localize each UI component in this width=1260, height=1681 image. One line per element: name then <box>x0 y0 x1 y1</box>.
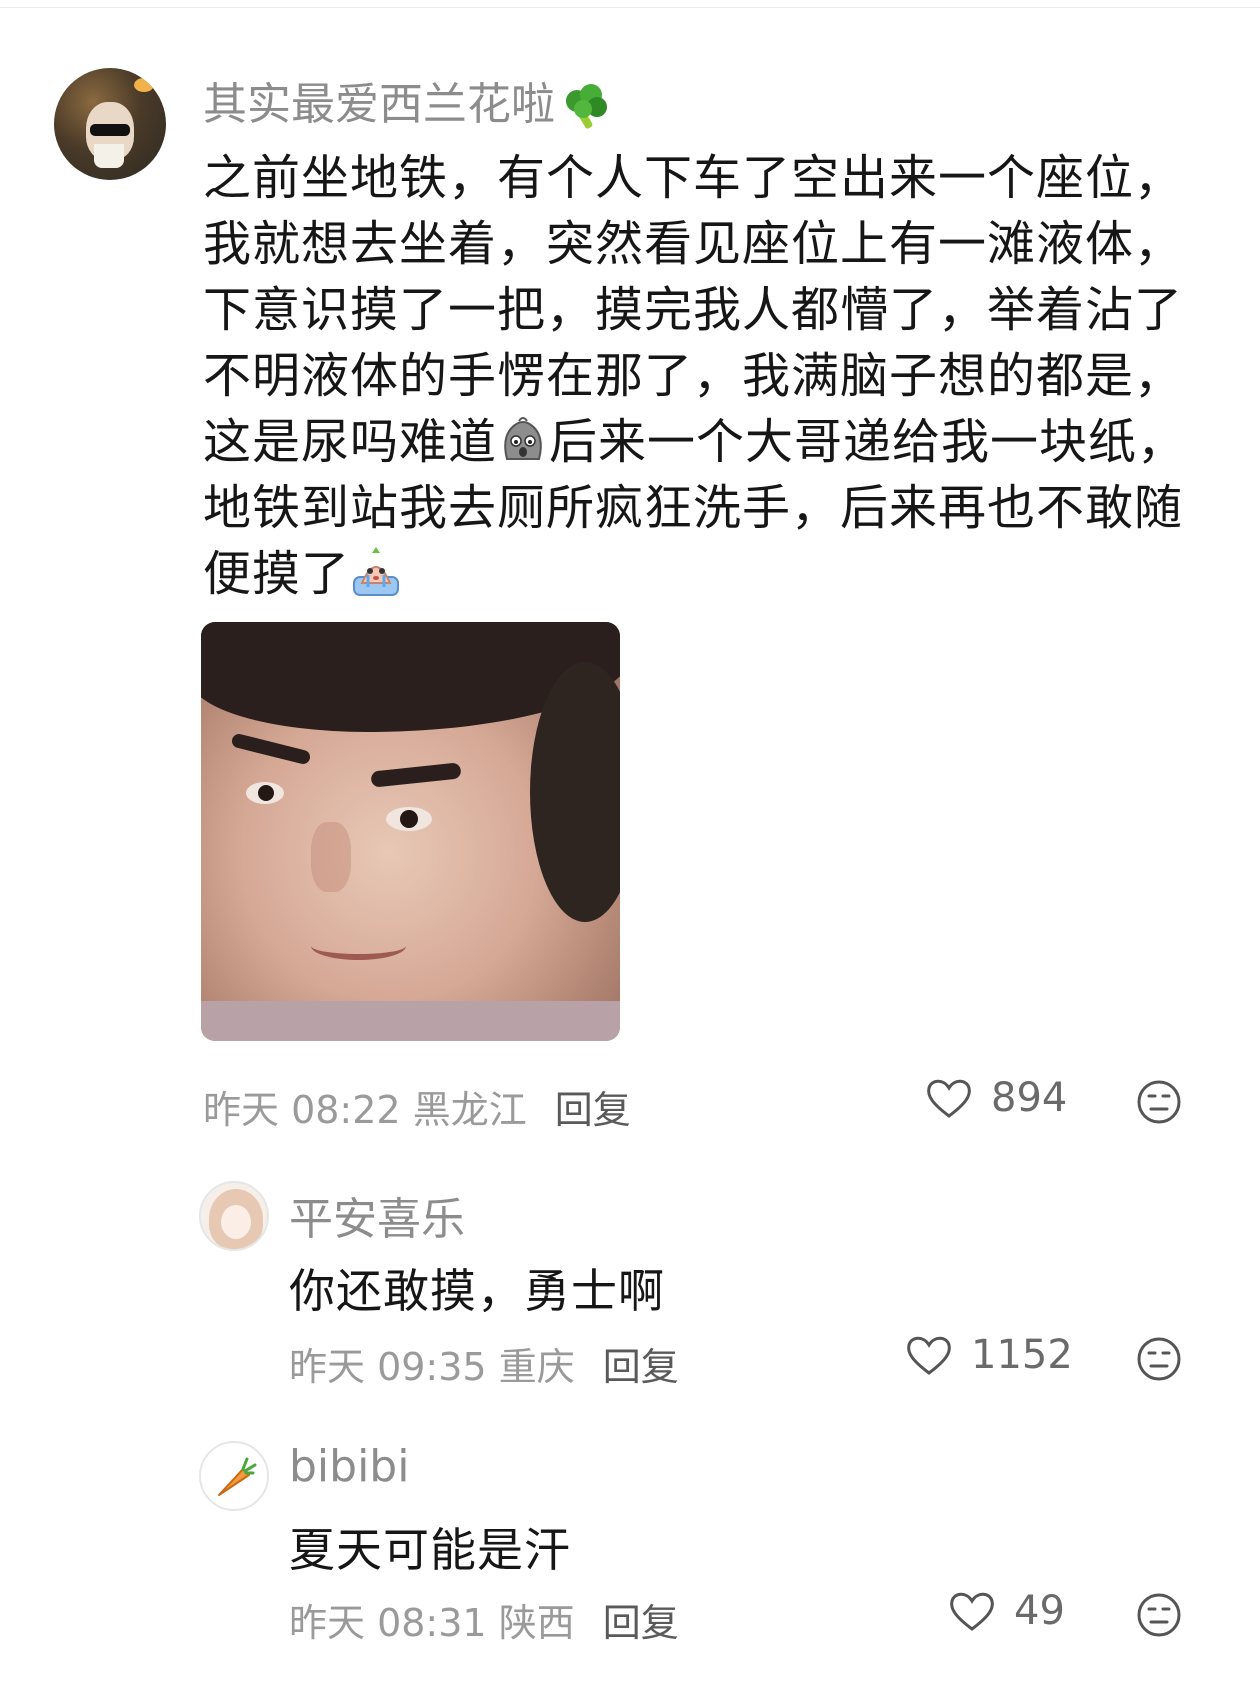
dislike-button[interactable] <box>1136 1336 1182 1382</box>
heart-outline-icon <box>907 1336 951 1375</box>
reply-avatar[interactable] <box>199 1181 269 1251</box>
carrot-icon <box>218 1457 257 1496</box>
comment-time: 昨天 09:35 <box>289 1345 487 1389</box>
meh-face-icon <box>1137 1593 1181 1637</box>
main-comment-body: 之前坐地铁，有个人下车了空出来一个座位， 我就想去坐着，突然看见座位上有一滩液体… <box>203 145 1193 607</box>
comment-line: 下意识摸了一把，摸完我人都懵了，举着沾了 <box>203 282 1184 338</box>
shocked-face-emoji-icon <box>497 415 549 467</box>
comment-line: 不明液体的手愣在那了，我满脑子想的都是， <box>203 348 1184 404</box>
reply-text: 你还敢摸，勇士啊 <box>289 1264 665 1318</box>
reply-text: 夏天可能是汗 <box>289 1523 571 1577</box>
comment-segment: 便摸了 <box>203 546 351 602</box>
comment-segment: 这是尿吗难道 <box>203 414 498 470</box>
like-count: 894 <box>991 1075 1068 1121</box>
comment-time: 昨天 08:31 <box>289 1601 487 1645</box>
dislike-button[interactable] <box>1136 1592 1182 1638</box>
comment-location: 黑龙江 <box>412 1088 527 1132</box>
comment-line: 我就想去坐着，突然看见座位上有一滩液体， <box>203 216 1184 272</box>
reply-button[interactable]: 回复 <box>603 1345 679 1389</box>
reply-meta: 昨天 09:35 重庆 回复 <box>289 1336 679 1391</box>
main-commenter-username[interactable]: 其实最爱西兰花啦 <box>203 68 611 132</box>
like-count: 1152 <box>971 1332 1073 1378</box>
top-divider <box>0 7 1260 8</box>
reply-avatar[interactable] <box>199 1441 269 1511</box>
meh-face-icon <box>1137 1337 1181 1381</box>
comment-attached-image[interactable] <box>201 622 620 1041</box>
reply-meta: 昨天 08:31 陕西 回复 <box>289 1592 679 1647</box>
main-comment-meta: 昨天 08:22 黑龙江 回复 <box>203 1079 631 1134</box>
broccoli-emoji-icon <box>559 83 611 131</box>
comment-line: 地铁到站我去厕所疯狂洗手，后来再也不敢随 <box>203 480 1184 536</box>
comment-line-with-emoji: 便摸了 <box>203 541 1193 607</box>
like-button[interactable]: 1152 <box>905 1332 1073 1378</box>
like-button[interactable]: 49 <box>948 1588 1065 1634</box>
comment-location: 重庆 <box>498 1345 575 1389</box>
like-count: 49 <box>1014 1588 1065 1634</box>
reply-button[interactable]: 回复 <box>603 1601 679 1645</box>
reply-username[interactable]: 平安喜乐 <box>289 1183 465 1247</box>
reply-button[interactable]: 回复 <box>555 1088 631 1132</box>
heart-outline-icon <box>927 1079 971 1118</box>
comment-time: 昨天 08:22 <box>203 1088 401 1132</box>
meh-face-icon <box>1137 1080 1181 1124</box>
main-commenter-avatar[interactable] <box>54 68 166 180</box>
comment-line: 之前坐地铁，有个人下车了空出来一个座位， <box>203 150 1184 206</box>
crying-face-emoji-icon <box>350 547 402 599</box>
comment-line-with-emoji: 这是尿吗难道 后来一个大哥递给我一块纸， <box>203 409 1193 475</box>
reply-username[interactable]: bibibi <box>289 1441 409 1492</box>
comment-segment: 后来一个大哥递给我一块纸， <box>549 414 1187 470</box>
dislike-button[interactable] <box>1136 1079 1182 1125</box>
like-button[interactable]: 894 <box>925 1075 1067 1121</box>
main-username-text: 其实最爱西兰花啦 <box>203 79 555 130</box>
comment-location: 陕西 <box>498 1601 575 1645</box>
heart-outline-icon <box>950 1592 994 1631</box>
